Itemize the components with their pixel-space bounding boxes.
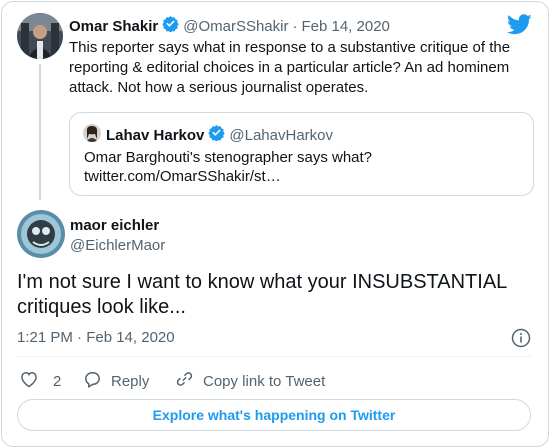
main-author-handle[interactable]: @EichlerMaor	[70, 237, 165, 254]
tweet-timestamp[interactable]: 1:21 PM · Feb 14, 2020	[17, 329, 175, 346]
reply-action[interactable]: Reply	[82, 369, 149, 393]
explore-label[interactable]: Explore what's happening on Twitter	[153, 407, 396, 423]
like-action[interactable]: 2	[19, 369, 61, 393]
copy-link-label[interactable]: Copy link to Tweet	[203, 373, 325, 390]
like-count[interactable]: 2	[53, 373, 61, 390]
twitter-bird-icon[interactable]	[507, 14, 532, 40]
copy-link-action[interactable]: Copy link to Tweet	[174, 369, 325, 393]
quoted-author-handle: @LahavHarkov	[229, 126, 333, 144]
reply-label[interactable]: Reply	[111, 373, 149, 390]
explore-twitter-button[interactable]: Explore what's happening on Twitter	[17, 399, 531, 431]
maor-eichler-avatar[interactable]	[17, 210, 65, 258]
verified-badge-icon	[208, 124, 226, 146]
heart-icon[interactable]	[19, 369, 39, 393]
reply-icon[interactable]	[82, 369, 103, 393]
original-author-name[interactable]: Omar Shakir	[69, 18, 158, 35]
lahav-harkov-avatar	[83, 124, 101, 142]
verified-badge-icon	[162, 15, 179, 37]
original-author-handle[interactable]: @OmarSShakir	[183, 18, 288, 35]
main-tweet-text: I'm not sure I want to know what your IN…	[17, 271, 507, 318]
info-icon[interactable]	[511, 328, 531, 353]
link-icon[interactable]	[174, 369, 195, 393]
quoted-tweet-text-line1: Omar Barghouti's stenographer says what?	[84, 149, 373, 166]
quoted-author-name: Lahav Harkov	[106, 126, 205, 144]
separator-dot: ·	[292, 17, 298, 35]
thread-connector-line	[39, 64, 41, 200]
main-author-name[interactable]: maor eichler	[70, 217, 159, 234]
original-tweet-text: This reporter says what in response to a…	[69, 39, 511, 96]
omar-shakir-avatar[interactable]	[17, 13, 63, 59]
divider	[17, 356, 531, 357]
original-tweet-date[interactable]: Feb 14, 2020	[301, 18, 389, 35]
quoted-tweet-link[interactable]: twitter.com/OmarSShakir/st…	[84, 167, 281, 187]
